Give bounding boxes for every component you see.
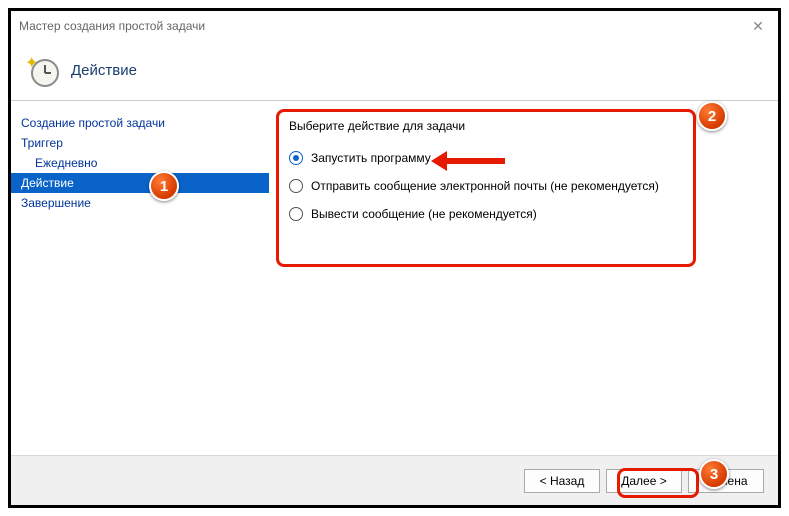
cancel-button[interactable]: Отмена: [688, 469, 764, 493]
radio-icon: [289, 151, 303, 165]
step-create[interactable]: Создание простой задачи: [11, 113, 269, 133]
content-pane: Выберите действие для задачи Запустить п…: [269, 101, 778, 455]
task-clock-icon: ✦: [27, 55, 59, 87]
step-trigger[interactable]: Триггер: [11, 133, 269, 153]
wizard-body: Создание простой задачи Триггер Ежедневн…: [11, 101, 778, 455]
close-icon[interactable]: ✕: [746, 18, 770, 35]
radio-icon: [289, 207, 303, 221]
back-button[interactable]: < Назад: [524, 469, 600, 493]
page-title: Действие: [71, 62, 137, 79]
radio-icon: [289, 179, 303, 193]
window-title: Мастер создания простой задачи: [19, 19, 205, 33]
wizard-window: Мастер создания простой задачи ✕ ✦ Дейст…: [8, 8, 781, 508]
step-action[interactable]: Действие: [11, 173, 269, 193]
titlebar: Мастер создания простой задачи ✕: [11, 11, 778, 41]
option-send-email[interactable]: Отправить сообщение электронной почты (н…: [289, 179, 758, 193]
wizard-steps-sidebar: Создание простой задачи Триггер Ежедневн…: [11, 101, 269, 455]
step-daily[interactable]: Ежедневно: [11, 153, 269, 173]
option-label: Вывести сообщение (не рекомендуется): [311, 207, 537, 221]
wizard-footer: < Назад Далее > Отмена: [11, 455, 778, 505]
option-display-message[interactable]: Вывести сообщение (не рекомендуется): [289, 207, 758, 221]
wizard-header: ✦ Действие: [11, 41, 778, 101]
option-label: Отправить сообщение электронной почты (н…: [311, 179, 659, 193]
action-prompt: Выберите действие для задачи: [289, 119, 758, 133]
option-label: Запустить программу: [311, 151, 431, 165]
step-finish[interactable]: Завершение: [11, 193, 269, 213]
next-button[interactable]: Далее >: [606, 469, 682, 493]
option-start-program[interactable]: Запустить программу: [289, 151, 758, 165]
